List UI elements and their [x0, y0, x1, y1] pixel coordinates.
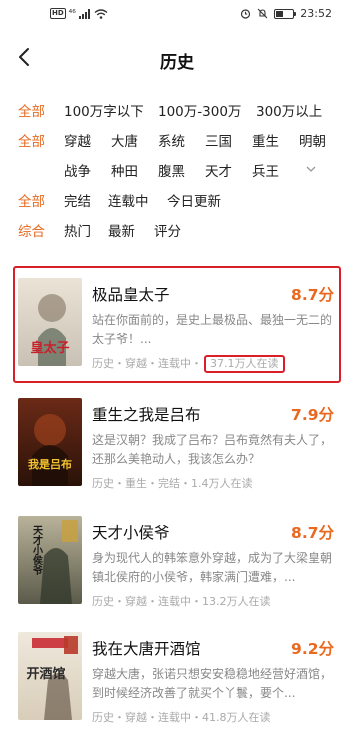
filter-option[interactable]: 重生 [252, 130, 279, 150]
book-readers: 41.8万人在读 [202, 711, 271, 724]
filter-all-tags[interactable]: 全部 [18, 130, 45, 150]
book-score: 7.9分 [291, 406, 334, 424]
battery-icon [274, 8, 297, 19]
status-right: 23:52 [240, 7, 332, 20]
book-meta: 历史・穿越・连载中・ 37.1万人在读 [92, 355, 285, 373]
book-item[interactable]: 皇太子 极品皇太子 8.7分 站在你面前的，是史上最极品、最独一无二的太子爷！.… [18, 278, 334, 390]
filter-option[interactable]: 战争 [64, 160, 91, 180]
book-description: 身为现代人的韩笨意外穿越，成为了大梁皇朝镇北侯府的小侯爷，韩家满门遭难，... [92, 551, 332, 584]
page-title: 历史 [160, 53, 194, 73]
book-description: 这是汉朝？我成了吕布？吕布竟然有夫人了，还那么美艳动人，我该怎么办？ [92, 433, 332, 466]
book-item[interactable]: 我是吕布 重生之我是吕布 7.9分 这是汉朝？我成了吕布？吕布竟然有夫人了，还那… [18, 398, 334, 510]
wifi-icon [94, 8, 108, 19]
status-left: HD ⁴⁶ [50, 8, 108, 19]
book-title: 重生之我是吕布 [92, 406, 201, 424]
book-cover: 天才小侯爷 [18, 516, 82, 604]
book-readers: 13.2万人在读 [202, 595, 271, 608]
book-title: 天才小侯爷 [92, 524, 170, 542]
sort-option[interactable]: 评分 [154, 220, 181, 240]
filter-option[interactable]: 系统 [158, 130, 185, 150]
filter-all-status[interactable]: 全部 [18, 190, 45, 210]
sort-option[interactable]: 最新 [108, 220, 135, 240]
filter-row-tags: 全部 穿越 大唐 系统 三国 重生 明朝 [0, 130, 354, 160]
book-cover: 皇太子 [18, 278, 82, 366]
status-bar: HD ⁴⁶ 23:52 [0, 0, 354, 28]
book-score: 8.7分 [291, 286, 334, 304]
filter-option[interactable]: 三国 [205, 130, 232, 150]
sort-option[interactable]: 热门 [64, 220, 91, 240]
mute-icon [257, 8, 268, 19]
filter-row-status: 全部 完结 连载中 今日更新 [0, 190, 354, 220]
book-cover: 开酒馆 [18, 632, 82, 720]
book-title: 我在大唐开酒馆 [92, 640, 201, 658]
filter-row-tags-more: 战争 种田 腹黑 天才 兵王 [0, 160, 354, 190]
book-title: 极品皇太子 [92, 286, 170, 304]
filter-row-wordcount: 全部 100万字以下 100万-300万 300万以上 [0, 100, 354, 130]
filter-option[interactable]: 种田 [111, 160, 138, 180]
battery-level [276, 10, 283, 17]
book-score: 8.7分 [291, 524, 334, 542]
filter-option[interactable]: 今日更新 [167, 190, 221, 210]
book-tags: 历史・穿越・连载中・ [92, 595, 202, 608]
filter-option[interactable]: 完结 [64, 190, 91, 210]
hd-badge: HD [50, 8, 66, 19]
cover-title: 皇太子 [30, 340, 69, 356]
filter-option[interactable]: 300万以上 [256, 100, 322, 120]
filter-option[interactable]: 天才 [205, 160, 232, 180]
filter-option[interactable]: 100万字以下 [64, 100, 144, 120]
book-meta: 历史・穿越・连载中・41.8万人在读 [92, 709, 271, 725]
book-tags: 历史・重生・完结・ [92, 477, 191, 490]
book-meta: 历史・重生・完结・1.4万人在读 [92, 475, 253, 491]
filter-option[interactable]: 连载中 [108, 190, 149, 210]
book-readers: 1.4万人在读 [191, 477, 253, 490]
book-tags: 历史・穿越・连载中・ [92, 711, 202, 724]
filter-all-wordcount[interactable]: 全部 [18, 100, 45, 120]
chevron-down-icon[interactable] [305, 163, 317, 175]
signal-icon [78, 8, 90, 19]
book-description: 穿越大唐，张诺只想安安稳稳地经营好酒馆，到时候经济改善了就买个丫鬟，要个... [92, 667, 332, 700]
book-readers-highlight: 37.1万人在读 [204, 355, 285, 373]
book-meta: 历史・穿越・连载中・13.2万人在读 [92, 593, 271, 609]
filter-option[interactable]: 穿越 [64, 130, 91, 150]
filter-option[interactable]: 兵王 [252, 160, 279, 180]
cover-title: 我是吕布 [28, 457, 72, 471]
network-type: ⁴⁶ [68, 8, 76, 19]
filter-option[interactable]: 腹黑 [158, 160, 185, 180]
status-time: 23:52 [300, 7, 332, 20]
book-description: 站在你面前的，是史上最极品、最独一无二的太子爷！... [92, 313, 332, 346]
filter-option[interactable]: 明朝 [299, 130, 326, 150]
book-item[interactable]: 开酒馆 我在大唐开酒馆 9.2分 穿越大唐，张诺只想安安稳稳地经营好酒馆，到时候… [18, 632, 334, 744]
header: 历史 [0, 36, 354, 80]
cover-title: 开酒馆 [26, 666, 65, 682]
book-cover: 我是吕布 [18, 398, 82, 486]
sort-overall[interactable]: 综合 [18, 220, 45, 240]
filter-row-sort: 综合 热门 最新 评分 [0, 220, 354, 250]
book-item[interactable]: 天才小侯爷 天才小侯爷 8.7分 身为现代人的韩笨意外穿越，成为了大梁皇朝镇北侯… [18, 516, 334, 628]
book-score: 9.2分 [291, 640, 334, 658]
book-tags: 历史・穿越・连载中・ [92, 357, 202, 370]
filter-option[interactable]: 100万-300万 [158, 100, 241, 120]
alarm-icon [241, 9, 251, 19]
filter-option[interactable]: 大唐 [111, 130, 138, 150]
